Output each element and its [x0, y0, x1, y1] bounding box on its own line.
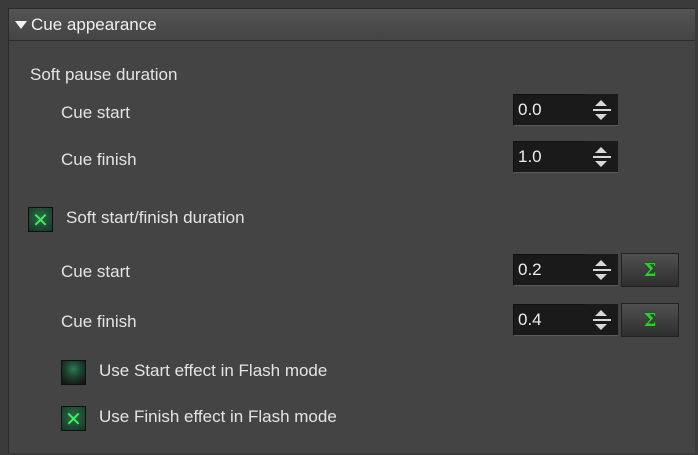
window-frame: Cue appearance Soft pause duration Cue s… — [0, 0, 698, 455]
spin-divider — [593, 269, 611, 271]
triangle-down-icon[interactable] — [15, 20, 27, 29]
soft-cue-finish-label: Cue finish — [61, 312, 137, 331]
use-finish-flash-label: Use Finish effect in Flash mode — [99, 407, 337, 426]
spin-down-icon[interactable] — [595, 324, 607, 330]
spin-up-icon[interactable] — [595, 100, 607, 106]
soft-start-finish-label: Soft start/finish duration — [66, 208, 245, 227]
spin-divider — [593, 156, 611, 158]
section-header[interactable]: Cue appearance — [9, 9, 695, 41]
pause-cue-start-input[interactable]: 0.0 — [513, 94, 585, 126]
sigma-button[interactable]: Σ — [621, 253, 679, 287]
spin-divider — [593, 319, 611, 321]
spin-up-icon[interactable] — [595, 310, 607, 316]
section-title: Cue appearance — [31, 14, 157, 34]
sigma-icon: Σ — [643, 309, 657, 331]
spin-arrows-icon[interactable] — [585, 254, 618, 286]
sigma-button[interactable]: Σ — [621, 303, 679, 337]
check-x-icon: ✕ — [32, 207, 49, 232]
soft-pause-label: Soft pause duration — [30, 65, 178, 84]
spin-up-icon[interactable] — [595, 260, 607, 266]
soft-start-finish-checkbox[interactable]: ✕ — [28, 207, 53, 232]
use-finish-flash-checkbox[interactable]: ✕ — [61, 406, 86, 431]
spin-down-icon[interactable] — [595, 274, 607, 280]
spin-divider — [593, 109, 611, 111]
spin-arrows-icon[interactable] — [585, 304, 618, 336]
cue-appearance-panel: Cue appearance Soft pause duration Cue s… — [8, 8, 695, 453]
spin-down-icon[interactable] — [595, 114, 607, 120]
pause-cue-start-stepper[interactable]: 0.0 — [513, 94, 618, 126]
pause-cue-finish-label: Cue finish — [61, 150, 137, 169]
spin-arrows-icon[interactable] — [585, 141, 618, 173]
spin-up-icon[interactable] — [595, 147, 607, 153]
pause-cue-finish-stepper[interactable]: 1.0 — [513, 141, 618, 173]
soft-cue-start-stepper[interactable]: 0.2 — [513, 254, 618, 286]
soft-cue-start-label: Cue start — [61, 262, 130, 281]
pause-cue-start-label: Cue start — [61, 103, 130, 122]
soft-cue-start-input[interactable]: 0.2 — [513, 254, 585, 286]
sigma-icon: Σ — [643, 259, 657, 281]
use-start-flash-checkbox[interactable] — [61, 360, 86, 385]
use-start-flash-label: Use Start effect in Flash mode — [99, 361, 328, 380]
soft-cue-finish-stepper[interactable]: 0.4 — [513, 304, 618, 336]
spin-down-icon[interactable] — [595, 161, 607, 167]
pause-cue-finish-input[interactable]: 1.0 — [513, 141, 585, 173]
spin-arrows-icon[interactable] — [585, 94, 618, 126]
soft-cue-finish-input[interactable]: 0.4 — [513, 304, 585, 336]
check-x-icon: ✕ — [65, 406, 82, 431]
